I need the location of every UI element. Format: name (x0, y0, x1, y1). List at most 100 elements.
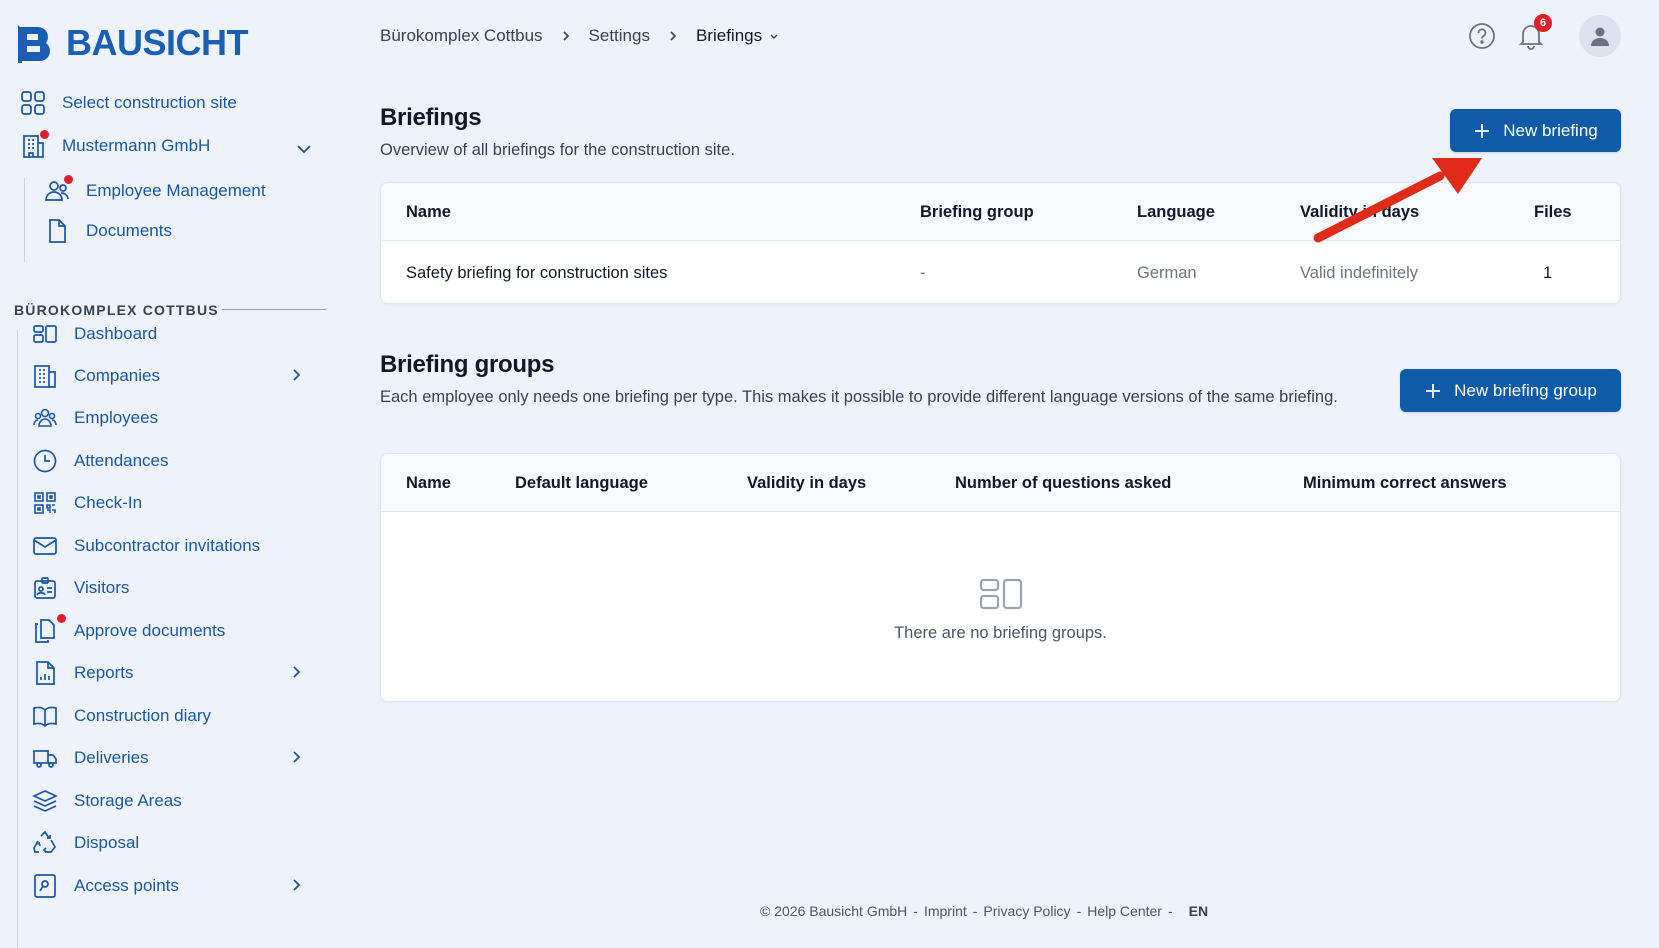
sidebar-item-label: Storage Areas (74, 791, 182, 810)
chevron-right-icon[interactable] (288, 664, 304, 680)
chevron-right-icon (562, 31, 569, 41)
briefings-title: Briefings (380, 104, 482, 131)
copyright: © 2026 Bausicht GmbH (760, 903, 908, 919)
sidebar-item-label: Documents (86, 221, 172, 240)
column-header[interactable]: Name (406, 203, 451, 222)
people-icon (32, 405, 58, 431)
breadcrumb-settings[interactable]: Settings (589, 26, 650, 46)
sidebar-item-documents[interactable]: Documents (44, 218, 172, 244)
sidebar-item-check-in[interactable]: Check-In (32, 490, 142, 516)
column-header[interactable]: Number of questions asked (955, 474, 1171, 493)
sidebar-item-companies[interactable]: Companies (32, 363, 160, 389)
breadcrumb-current-label: Briefings (695, 26, 763, 45)
sidebar-item-employees[interactable]: Employees (32, 405, 158, 431)
new-briefing-button[interactable]: New briefing (1450, 109, 1621, 152)
nav-rail (17, 330, 18, 948)
new-briefing-group-label: New briefing group (1454, 380, 1597, 400)
table-header: Name Default language Validity in days N… (381, 454, 1620, 512)
briefing-groups-description: Each employee only needs one briefing pe… (380, 388, 1338, 406)
notification-dot (57, 614, 66, 623)
section-divider (222, 309, 326, 310)
sidebar-item-label: Employees (74, 408, 159, 427)
column-header[interactable]: Briefing group (920, 203, 1034, 222)
sidebar-item-employee-management[interactable]: Employee Management (44, 175, 266, 204)
sidebar-item-label: Companies (74, 366, 160, 385)
id-card-icon (32, 575, 58, 601)
briefing-groups-table: Name Default language Validity in days N… (380, 453, 1621, 702)
briefings-description: Overview of all briefings for the constr… (380, 141, 735, 159)
sidebar-item-dashboard[interactable]: Dashboard (32, 321, 157, 347)
submenu-rail (24, 178, 25, 262)
access-card-icon (32, 873, 58, 899)
new-briefing-label: New briefing (1503, 120, 1598, 140)
sidebar-item-label: Construction diary (74, 706, 212, 725)
plus-icon (1475, 123, 1490, 138)
sidebar-item-construction-diary[interactable]: Construction diary (32, 703, 211, 729)
column-header[interactable]: Minimum correct answers (1303, 474, 1507, 493)
table-row[interactable]: Safety briefing for construction sites -… (381, 242, 1620, 303)
user-icon (1591, 27, 1609, 46)
sidebar-item-disposal[interactable]: Disposal (32, 830, 139, 856)
user-avatar[interactable] (1579, 15, 1621, 57)
separator: - (1076, 903, 1082, 919)
column-header[interactable]: Language (1137, 203, 1215, 222)
language-switcher[interactable]: EN (1189, 903, 1208, 919)
column-header[interactable]: Validity in days (1300, 203, 1419, 222)
sidebar-item-access-points[interactable]: Access points (32, 873, 179, 899)
briefing-files: 1 (1543, 264, 1553, 282)
sidebar-item-subcontractor-invitations[interactable]: Subcontractor invitations (32, 533, 260, 559)
sidebar-item-attendances[interactable]: Attendances (32, 448, 169, 474)
building-icon (32, 363, 58, 389)
breadcrumb: Bürokomplex Cottbus Settings Briefings (380, 26, 780, 46)
recycle-icon (32, 830, 58, 856)
sidebar-item-label: Deliveries (74, 748, 149, 767)
company-switcher[interactable]: Mustermann GmbH (20, 130, 211, 159)
sidebar: BAUSICHT Select construction site Muster… (0, 0, 340, 948)
chevron-right-icon[interactable] (288, 749, 304, 765)
sidebar-item-storage-areas[interactable]: Storage Areas (32, 788, 182, 814)
sidebar-item-reports[interactable]: Reports (32, 660, 134, 686)
briefings-table: Name Briefing group Language Validity in… (380, 182, 1621, 304)
layers-icon (32, 788, 58, 814)
notification-count-badge: 6 (1534, 14, 1552, 32)
help-icon[interactable] (1468, 22, 1496, 50)
imprint-link[interactable]: Imprint (924, 903, 967, 919)
clock-icon (32, 448, 58, 474)
chevron-down-icon[interactable] (295, 140, 313, 158)
logo[interactable]: BAUSICHT (18, 22, 249, 64)
briefing-validity: Valid indefinitely (1300, 264, 1419, 282)
select-construction-site-link[interactable]: Select construction site (20, 90, 237, 116)
new-briefing-group-button[interactable]: New briefing group (1400, 369, 1621, 412)
truck-icon (32, 745, 58, 771)
sidebar-item-visitors[interactable]: Visitors (32, 575, 129, 601)
notifications-button[interactable]: 6 (1518, 14, 1552, 50)
office-building-icon (20, 130, 49, 159)
column-header[interactable]: Validity in days (747, 474, 866, 493)
users-icon (44, 175, 73, 204)
chevron-right-icon[interactable] (288, 877, 304, 893)
privacy-policy-link[interactable]: Privacy Policy (983, 903, 1070, 919)
sidebar-item-label: Approve documents (74, 621, 226, 640)
footer: © 2026 Bausicht GmbH - Imprint - Privacy… (760, 903, 1208, 919)
sidebar-item-label: Disposal (74, 833, 140, 852)
notification-dot (40, 130, 49, 139)
company-name: Mustermann GmbH (62, 136, 211, 155)
report-icon (32, 660, 58, 686)
sidebar-item-deliveries[interactable]: Deliveries (32, 745, 149, 771)
sidebar-item-label: Access points (74, 876, 179, 895)
briefing-group: - (920, 264, 926, 282)
breadcrumb-briefings[interactable]: Briefings (696, 26, 780, 46)
dashboard-icon (32, 321, 58, 347)
chevron-right-icon[interactable] (288, 367, 304, 383)
sidebar-item-approve-documents[interactable]: Approve documents (32, 614, 226, 644)
sidebar-item-label: Employee Management (86, 181, 266, 200)
chevron-right-icon (670, 31, 677, 41)
chevron-down-icon (770, 34, 778, 39)
breadcrumb-site[interactable]: Bürokomplex Cottbus (380, 26, 543, 46)
column-header[interactable]: Files (1534, 203, 1572, 222)
select-construction-site-label: Select construction site (62, 93, 237, 112)
help-center-link[interactable]: Help Center (1087, 903, 1162, 919)
column-header[interactable]: Default language (515, 474, 648, 493)
sidebar-item-label: Check-In (74, 493, 143, 512)
column-header[interactable]: Name (406, 474, 451, 493)
